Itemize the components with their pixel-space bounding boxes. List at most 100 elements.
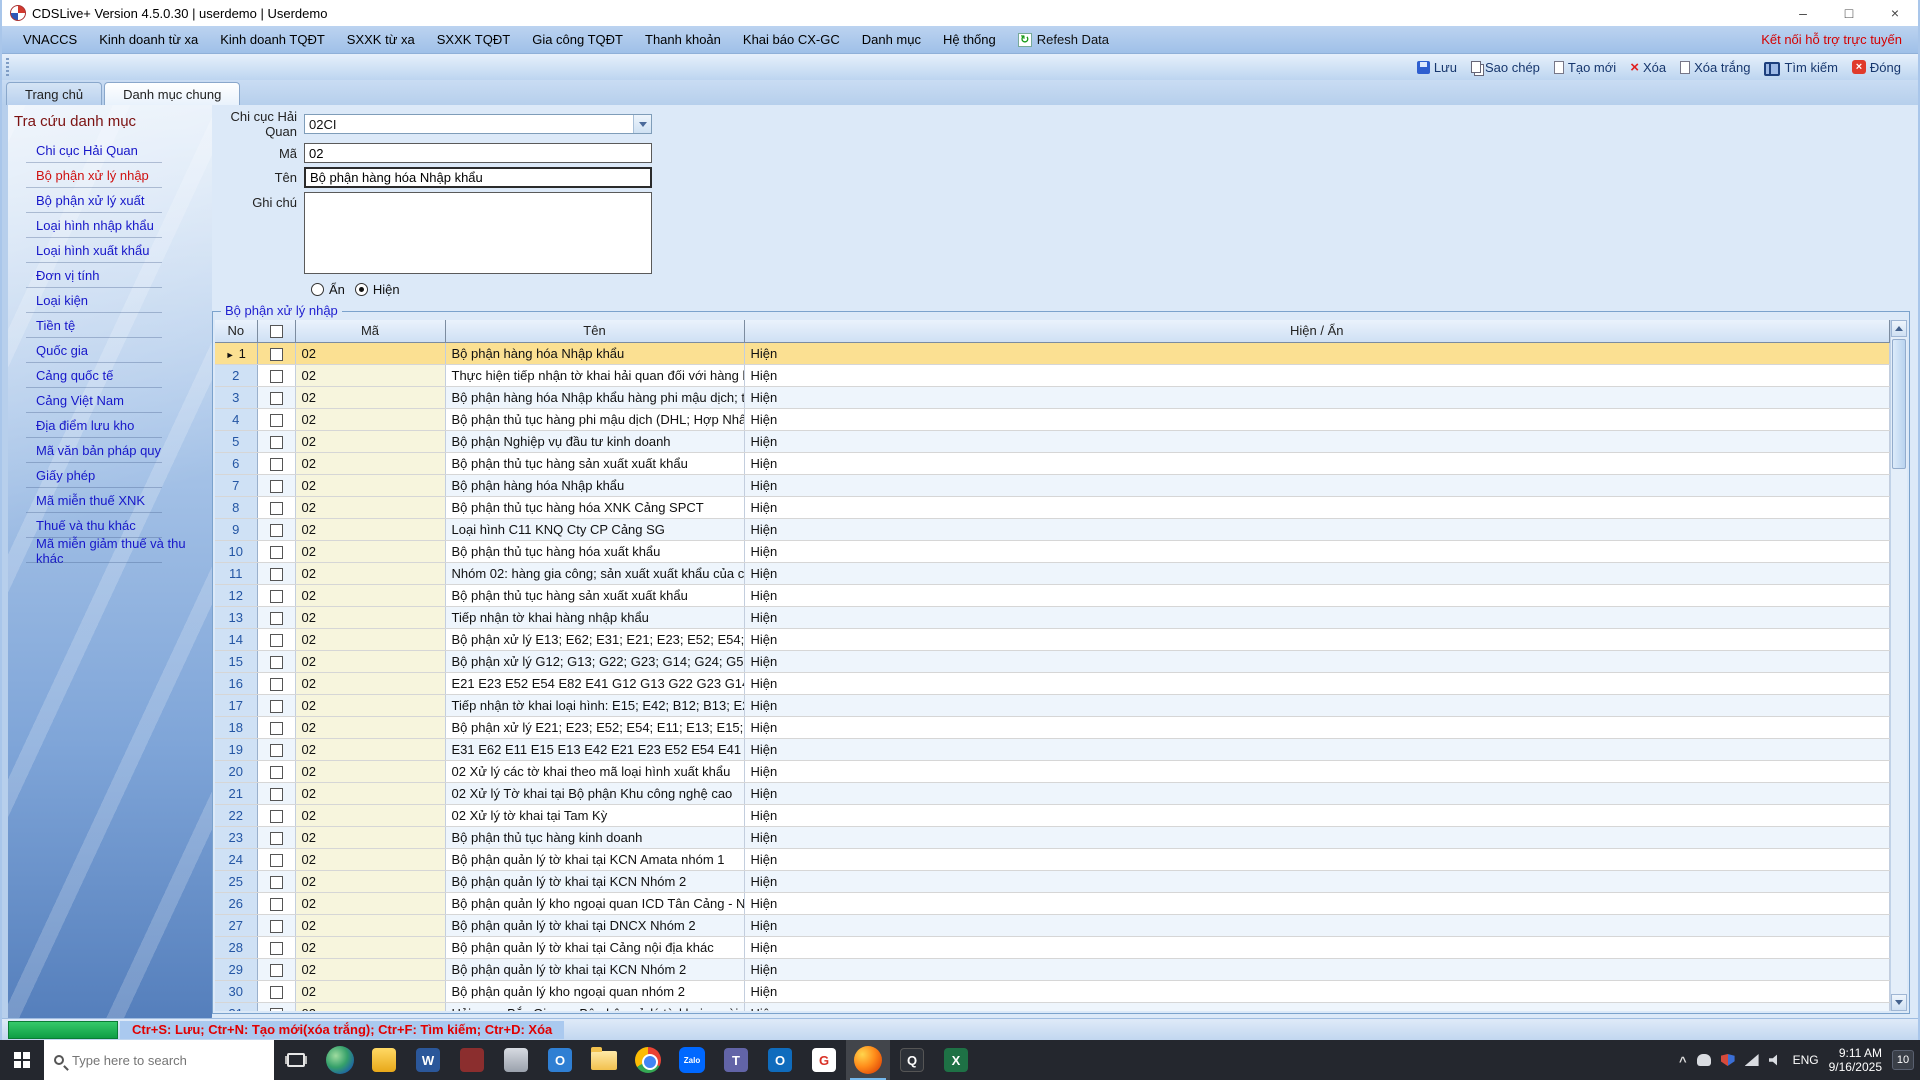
start-button[interactable] bbox=[0, 1040, 44, 1080]
word-icon[interactable]: W bbox=[406, 1040, 450, 1080]
menu-item[interactable]: SXXK TQĐT bbox=[426, 26, 521, 53]
row-checkbox[interactable] bbox=[269, 941, 283, 955]
row-checkbox[interactable] bbox=[269, 369, 283, 383]
menu-item[interactable]: VNACCS bbox=[12, 26, 88, 53]
network-icon[interactable] bbox=[1744, 1054, 1759, 1066]
search-input[interactable] bbox=[72, 1052, 242, 1068]
row-checkbox[interactable] bbox=[269, 523, 283, 537]
toolbar-button[interactable]: Lưu bbox=[1410, 56, 1464, 78]
select-all-checkbox[interactable] bbox=[269, 325, 283, 339]
col-header-checkbox[interactable] bbox=[257, 320, 296, 343]
sidebar-item[interactable]: Bộ phận xử lý xuất bbox=[8, 188, 212, 213]
table-row[interactable]: 17 02 Tiếp nhận tờ khai loại hình: E15; … bbox=[215, 694, 1890, 717]
table-row[interactable]: 2 02 Thực hiện tiếp nhận tờ khai hải qua… bbox=[215, 364, 1890, 387]
row-checkbox[interactable] bbox=[269, 501, 283, 515]
table-row[interactable]: 4 02 Bộ phận thủ tục hàng phi mậu dịch (… bbox=[215, 408, 1890, 431]
volume-icon[interactable] bbox=[1768, 1054, 1777, 1066]
table-row[interactable]: 20 02 02 Xử lý các tờ khai theo mã loại … bbox=[215, 760, 1890, 783]
onedrive-icon[interactable] bbox=[1696, 1054, 1711, 1066]
sidebar-item[interactable]: Cảng quốc tế bbox=[8, 363, 212, 388]
action-center-badge[interactable]: 10 bbox=[1892, 1050, 1914, 1070]
table-row[interactable]: 12 02 Bộ phận thủ tục hàng sản xuất xuất… bbox=[215, 584, 1890, 607]
name-field[interactable] bbox=[304, 167, 652, 188]
row-checkbox[interactable] bbox=[269, 413, 283, 427]
row-checkbox[interactable] bbox=[269, 831, 283, 845]
menu-item[interactable]: Khai báo CX-GC bbox=[732, 26, 851, 53]
note-field[interactable] bbox=[304, 192, 652, 274]
q-app-icon[interactable]: Q bbox=[890, 1040, 934, 1080]
table-row[interactable]: 15 02 Bộ phận xử lý G12; G13; G22; G23; … bbox=[215, 650, 1890, 673]
sidebar-item[interactable]: Đơn vị tính bbox=[8, 263, 212, 288]
row-checkbox[interactable] bbox=[269, 347, 283, 361]
excel-icon[interactable]: X bbox=[934, 1040, 978, 1080]
table-row[interactable]: 8 02 Bộ phận thủ tục hàng hóa XNK Cảng S… bbox=[215, 496, 1890, 519]
col-header-code[interactable]: Mã bbox=[295, 320, 446, 343]
table-row[interactable]: 11 02 Nhóm 02: hàng gia công; sản xuất x… bbox=[215, 562, 1890, 585]
file-explorer-icon[interactable] bbox=[582, 1040, 626, 1080]
table-row[interactable]: 18 02 Bộ phận xử lý E21; E23; E52; E54; … bbox=[215, 716, 1890, 739]
scroll-up-button[interactable] bbox=[1891, 320, 1907, 337]
toolbar-button[interactable]: Tìm kiếm bbox=[1757, 56, 1844, 78]
radio-hidden[interactable]: Ẩn bbox=[311, 282, 345, 297]
row-checkbox[interactable] bbox=[269, 809, 283, 823]
table-row[interactable]: 23 02 Bộ phận thủ tục hàng kinh doanh Hi… bbox=[215, 826, 1890, 849]
refresh-data-button[interactable]: ↻ Refesh Data bbox=[1007, 32, 1120, 47]
menu-item[interactable]: SXXK từ xa bbox=[336, 26, 426, 53]
sidebar-item[interactable]: Loại kiện bbox=[8, 288, 212, 313]
sidebar-item[interactable]: Giấy phép bbox=[8, 463, 212, 488]
row-checkbox[interactable] bbox=[269, 897, 283, 911]
hidden-icons-chevron[interactable]: ^ bbox=[1679, 1054, 1687, 1069]
sidebar-item[interactable]: Quốc gia bbox=[8, 338, 212, 363]
row-checkbox[interactable] bbox=[269, 479, 283, 493]
sidebar-item[interactable]: Mã miễn thuế XNK bbox=[8, 488, 212, 513]
col-header-no[interactable]: No bbox=[215, 320, 258, 343]
scrollbar-thumb[interactable] bbox=[1892, 339, 1906, 469]
row-checkbox[interactable] bbox=[269, 435, 283, 449]
sidebar-item[interactable]: Loại hình nhập khẩu bbox=[8, 213, 212, 238]
row-checkbox[interactable] bbox=[269, 1007, 283, 1011]
table-row[interactable]: 16 02 E21 E23 E52 E54 E82 E41 G12 G13 G2… bbox=[215, 672, 1890, 695]
language-indicator[interactable]: ENG bbox=[1793, 1053, 1819, 1067]
table-row[interactable]: 31 02 Hải quan Bắc Giang - Bộ phận xử lý… bbox=[215, 1002, 1890, 1011]
table-row[interactable]: 7 02 Bộ phận hàng hóa Nhập khẩu Hiện bbox=[215, 474, 1890, 497]
globe-icon[interactable] bbox=[318, 1040, 362, 1080]
chrome-icon[interactable] bbox=[626, 1040, 670, 1080]
tab[interactable]: Trang chủ bbox=[6, 82, 103, 105]
row-checkbox[interactable] bbox=[269, 963, 283, 977]
row-checkbox[interactable] bbox=[269, 699, 283, 713]
yellow-app-icon[interactable] bbox=[362, 1040, 406, 1080]
row-checkbox[interactable] bbox=[269, 765, 283, 779]
tab[interactable]: Danh mục chung bbox=[104, 82, 241, 105]
row-checkbox[interactable] bbox=[269, 677, 283, 691]
sidebar-item[interactable]: Địa điểm lưu kho bbox=[8, 413, 212, 438]
table-row[interactable]: 30 02 Bộ phận quản lý kho ngoại quan nhó… bbox=[215, 980, 1890, 1003]
table-row[interactable]: 28 02 Bộ phận quản lý tờ khai tại Cảng n… bbox=[215, 936, 1890, 959]
table-row[interactable]: 9 02 Loại hình C11 KNQ Cty CP Cảng SG Hi… bbox=[215, 518, 1890, 541]
toolbar-button[interactable]: × Đóng bbox=[1845, 56, 1908, 78]
row-checkbox[interactable] bbox=[269, 721, 283, 735]
table-row[interactable]: 1 02 Bộ phận hàng hóa Nhập khẩu Hiện bbox=[215, 342, 1890, 365]
row-checkbox[interactable] bbox=[269, 919, 283, 933]
table-row[interactable]: 5 02 Bộ phận Nghiệp vụ đầu tư kinh doanh… bbox=[215, 430, 1890, 453]
outlook-icon[interactable]: O bbox=[758, 1040, 802, 1080]
toolbar-button[interactable]: Sao chép bbox=[1464, 56, 1547, 78]
sidebar-item[interactable]: Loại hình xuất khẩu bbox=[8, 238, 212, 263]
clock[interactable]: 9:11 AM 9/16/2025 bbox=[1829, 1046, 1882, 1074]
menu-item[interactable]: Kinh doanh từ xa bbox=[88, 26, 209, 53]
table-row[interactable]: 24 02 Bộ phận quản lý tờ khai tại KCN Am… bbox=[215, 848, 1890, 871]
table-row[interactable]: 6 02 Bộ phận thủ tục hàng sản xuất xuất … bbox=[215, 452, 1890, 475]
menu-item[interactable]: Danh mục bbox=[851, 26, 932, 53]
row-checkbox[interactable] bbox=[269, 457, 283, 471]
row-checkbox[interactable] bbox=[269, 787, 283, 801]
sidebar-item[interactable]: Mã văn bản pháp quy bbox=[8, 438, 212, 463]
sidebar-item[interactable]: Cảng Việt Nam bbox=[8, 388, 212, 413]
table-row[interactable]: 19 02 E31 E62 E11 E15 E13 E42 E21 E23 E5… bbox=[215, 738, 1890, 761]
table-row[interactable]: 25 02 Bộ phận quản lý tờ khai tại KCN Nh… bbox=[215, 870, 1890, 893]
col-header-name[interactable]: Tên bbox=[445, 320, 745, 343]
scroll-down-button[interactable] bbox=[1891, 994, 1907, 1011]
table-row[interactable]: 26 02 Bộ phận quản lý kho ngoại quan ICD… bbox=[215, 892, 1890, 915]
close-button[interactable]: × bbox=[1872, 0, 1918, 26]
maroon-app-icon[interactable] bbox=[450, 1040, 494, 1080]
table-row[interactable]: 22 02 02 Xử lý tờ khai tại Tam Kỳ Hiện bbox=[215, 804, 1890, 827]
row-checkbox[interactable] bbox=[269, 633, 283, 647]
